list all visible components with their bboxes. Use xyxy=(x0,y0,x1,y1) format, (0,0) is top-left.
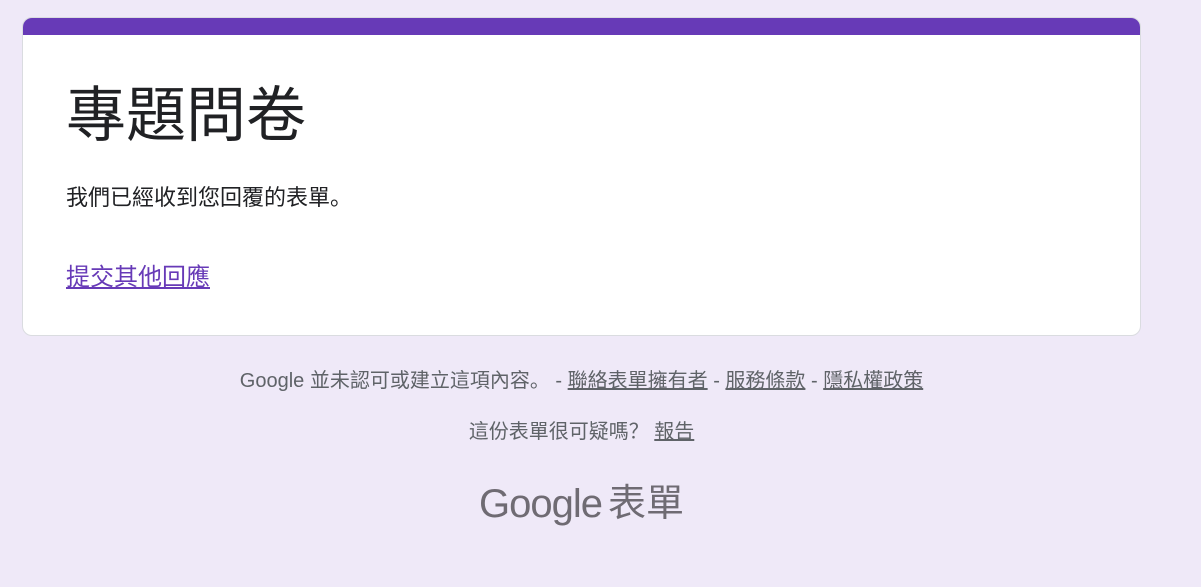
forms-product-name: 表單 xyxy=(607,483,684,525)
form-card-accent-bar xyxy=(23,18,1140,35)
footer-disclaimer-text: Google 並未認可或建立這項內容。 xyxy=(239,370,550,392)
form-card: 專題問卷 我們已經收到您回覆的表單。 提交其他回應 xyxy=(22,17,1141,336)
footer-separator: - xyxy=(707,370,726,392)
footer-report-row: 這份表單很可疑嗎？ 報告 xyxy=(22,418,1141,446)
google-forms-logo[interactable]: Google 表單 xyxy=(22,484,1141,524)
footer-disclaimer-row: Google 並未認可或建立這項內容。 - 聯絡表單擁有者 - 服務條款 - 隱… xyxy=(22,367,1141,395)
confirmation-message: 我們已經收到您回覆的表單。 xyxy=(66,185,353,210)
submit-another-response-link[interactable]: 提交其他回應 xyxy=(66,261,210,295)
terms-of-service-link[interactable]: 服務條款 xyxy=(725,370,805,392)
footer-separator: - xyxy=(805,370,824,392)
report-link[interactable]: 報告 xyxy=(654,421,694,443)
suspicious-form-question: 這份表單很可疑嗎？ xyxy=(468,421,649,443)
footer-separator: - xyxy=(549,370,568,392)
google-wordmark: Google xyxy=(479,482,603,526)
contact-owner-link[interactable]: 聯絡表單擁有者 xyxy=(568,370,708,392)
form-title: 專題問卷 xyxy=(66,82,306,149)
privacy-policy-link[interactable]: 隱私權政策 xyxy=(823,370,923,392)
